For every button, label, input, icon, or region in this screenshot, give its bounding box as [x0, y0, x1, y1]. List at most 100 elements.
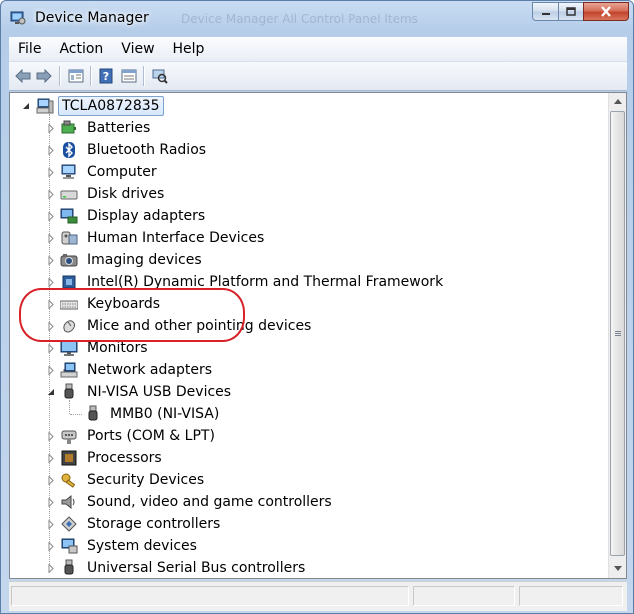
tree-category-label: Processors: [87, 450, 162, 466]
tree-category-row[interactable]: Intel(R) Dynamic Platform and Thermal Fr…: [10, 271, 600, 293]
expand-arrow-icon[interactable]: [45, 297, 57, 311]
forward-button[interactable]: [35, 67, 53, 85]
tree-category-row[interactable]: Computer: [10, 161, 600, 183]
scroll-up-icon: [614, 99, 622, 104]
expand-arrow-icon[interactable]: [45, 319, 57, 333]
properties-button[interactable]: [120, 67, 138, 85]
tree-category-label: Computer: [87, 164, 157, 180]
tree-category-row[interactable]: System devices: [10, 535, 600, 557]
vertical-scrollbar[interactable]: [608, 93, 626, 578]
scroll-down-button[interactable]: [609, 560, 626, 577]
expand-arrow-icon[interactable]: [45, 561, 57, 575]
title-bar[interactable]: Device Manager Device Manager All Contro…: [1, 1, 633, 35]
maximize-icon: [566, 7, 576, 16]
tree-category-label: Human Interface Devices: [87, 230, 265, 246]
menu-file[interactable]: File: [9, 37, 50, 61]
expand-arrow-icon[interactable]: [45, 231, 57, 245]
tree-category-row[interactable]: Processors: [10, 447, 600, 469]
scrollbar-thumb[interactable]: [610, 111, 625, 556]
tree-category-row[interactable]: Sound, video and game controllers: [10, 491, 600, 513]
maximize-button[interactable]: [558, 2, 584, 21]
tree-category-row[interactable]: Display adapters: [10, 205, 600, 227]
camera-icon: [60, 254, 78, 267]
tree-category-row[interactable]: NI-VISA USB Devices: [10, 381, 600, 403]
expand-arrow-icon[interactable]: [45, 473, 57, 487]
usb-plug-icon: [88, 405, 98, 421]
tree-category-row[interactable]: Monitors: [10, 337, 600, 359]
speaker-icon: [61, 494, 75, 510]
tree-category-row[interactable]: Mice and other pointing devices: [10, 315, 600, 337]
key-icon: [61, 473, 76, 488]
tree-root-row[interactable]: TCLA0872835: [10, 95, 600, 117]
tree-category-row[interactable]: Ports (COM & LPT): [10, 425, 600, 447]
tree-category-label: Universal Serial Bus controllers: [87, 560, 306, 576]
network-icon: [60, 362, 78, 378]
close-button[interactable]: [583, 2, 629, 21]
expand-arrow-icon[interactable]: [45, 363, 57, 377]
tree-category-row[interactable]: Network adapters: [10, 359, 600, 381]
tree-category-label: Mice and other pointing devices: [87, 318, 312, 334]
back-button[interactable]: [14, 67, 32, 85]
expand-arrow-icon[interactable]: [45, 495, 57, 509]
tree-category-label: Disk drives: [87, 186, 165, 202]
collapse-arrow-icon[interactable]: [45, 385, 57, 399]
svg-text:?: ?: [103, 70, 109, 83]
tree-device-row[interactable]: MMB0 (NI-VISA): [10, 403, 600, 425]
tree-category-row[interactable]: Security Devices: [10, 469, 600, 491]
tree-category-row[interactable]: Keyboards: [10, 293, 600, 315]
expand-arrow-icon[interactable]: [45, 275, 57, 289]
status-bar: [9, 581, 627, 611]
mouse-icon: [63, 320, 76, 333]
system-device-icon: [61, 538, 78, 554]
device-tree: TCLA0872835 Batteries Bluetooth Radios Com…: [10, 93, 608, 578]
storage-controller-icon: [61, 516, 77, 532]
scan-hardware-icon: [152, 69, 168, 84]
minimize-icon: [541, 12, 550, 15]
show-hide-console-tree-button[interactable]: [67, 67, 85, 85]
tree-category-row[interactable]: Imaging devices: [10, 249, 600, 271]
expand-arrow-icon[interactable]: [45, 253, 57, 267]
expand-arrow-icon[interactable]: [45, 451, 57, 465]
tree-category-label: Imaging devices: [87, 252, 202, 268]
tree-category-row[interactable]: Universal Serial Bus controllers: [10, 557, 600, 578]
tree-category-label: Keyboards: [87, 296, 161, 312]
tree-category-label: Bluetooth Radios: [87, 142, 207, 158]
help-button[interactable]: ?: [97, 67, 115, 85]
hid-icon: [61, 231, 78, 245]
expand-arrow-icon[interactable]: [45, 143, 57, 157]
back-icon: [15, 69, 31, 83]
tree-category-row[interactable]: Human Interface Devices: [10, 227, 600, 249]
tree-category-row[interactable]: Batteries: [10, 117, 600, 139]
tree-category-label: Batteries: [87, 120, 151, 136]
expand-arrow-icon[interactable]: [45, 539, 57, 553]
scroll-down-icon: [614, 566, 622, 571]
expand-arrow-icon[interactable]: [45, 209, 57, 223]
tree-category-label: Network adapters: [87, 362, 212, 378]
tree-category-row[interactable]: Storage controllers: [10, 513, 600, 535]
tree-category-label: Display adapters: [87, 208, 206, 224]
expand-arrow-icon[interactable]: [45, 187, 57, 201]
expand-arrow-icon[interactable]: [45, 517, 57, 531]
menu-action[interactable]: Action: [50, 37, 112, 61]
expand-arrow-icon[interactable]: [45, 341, 57, 355]
expand-arrow-icon[interactable]: [45, 121, 57, 135]
device-manager-app-icon: [10, 11, 26, 25]
expand-arrow-icon[interactable]: [45, 165, 57, 179]
menu-help[interactable]: Help: [164, 37, 214, 61]
tree-category-label: Monitors: [87, 340, 148, 356]
scan-hardware-button[interactable]: [151, 67, 169, 85]
tree-category-row[interactable]: Disk drives: [10, 183, 600, 205]
computer-icon: [61, 164, 76, 179]
background-window-title: Device Manager All Control Panel Items: [181, 12, 418, 26]
scroll-up-button[interactable]: [609, 93, 626, 110]
monitor-icon: [60, 340, 78, 356]
processor-icon: [61, 450, 77, 466]
tree-category-label: NI-VISA USB Devices: [87, 384, 232, 400]
tree-category-label: System devices: [87, 538, 197, 554]
minimize-button[interactable]: [532, 2, 559, 21]
expand-arrow-icon[interactable]: [45, 429, 57, 443]
collapse-arrow-icon[interactable]: [20, 99, 32, 113]
tree-category-row[interactable]: Bluetooth Radios: [10, 139, 600, 161]
menu-view[interactable]: View: [112, 37, 163, 61]
usb-plug-icon: [64, 383, 74, 399]
